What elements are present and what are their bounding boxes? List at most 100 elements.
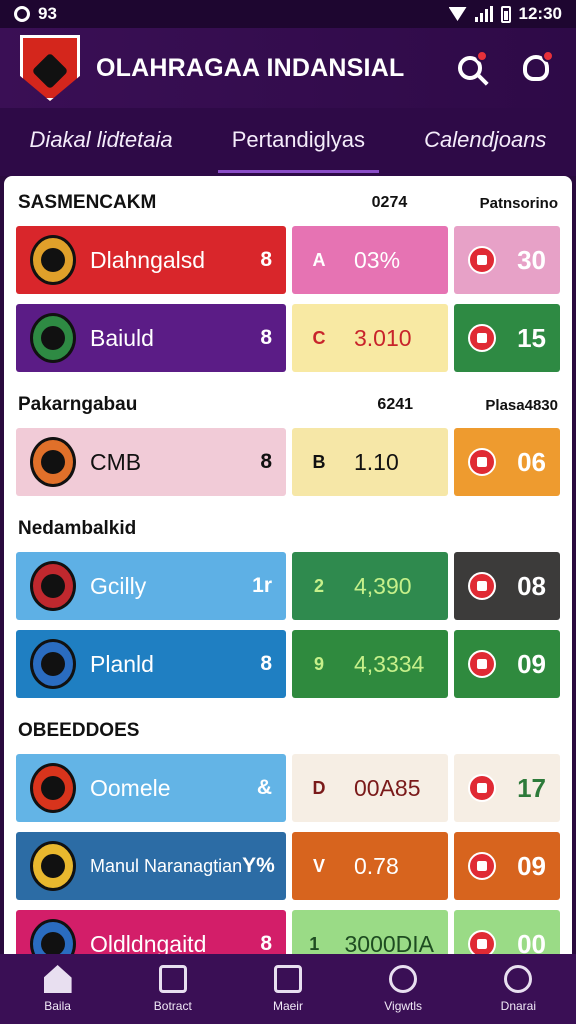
stat-badge-icon: [468, 572, 496, 600]
stat-cell[interactable]: 09: [454, 630, 560, 698]
section-title: SASMENCAKM: [18, 192, 157, 213]
nav-news[interactable]: Maeir: [243, 965, 333, 1013]
team-crest-icon: [30, 639, 76, 689]
team-cell[interactable]: CMB 8: [16, 428, 286, 496]
odds-cell[interactable]: C 3.010: [292, 304, 448, 372]
stat-badge-icon: [468, 324, 496, 352]
team-cell[interactable]: Gcilly 1r: [16, 552, 286, 620]
team-name: Oomele: [90, 774, 171, 801]
tab-matches[interactable]: Pertandiglyas: [217, 119, 380, 173]
logo-emblem-icon: [31, 52, 69, 90]
odds-cell[interactable]: 1 3000DIA: [292, 910, 448, 956]
team-cell[interactable]: Manul Naranagtian Y%: [16, 832, 286, 900]
stat-value: 17: [517, 772, 546, 803]
team-score: 8: [260, 248, 272, 271]
odds-cell[interactable]: B 1.10: [292, 428, 448, 496]
stat-cell[interactable]: 06: [454, 428, 560, 496]
odds-cell[interactable]: 2 4,390: [292, 552, 448, 620]
stat-cell[interactable]: 00: [454, 910, 560, 956]
crest-emblem-icon: [41, 932, 65, 956]
odds-cell[interactable]: D 00A85: [292, 754, 448, 822]
odds-marker-icon: 1: [309, 933, 320, 954]
news-icon: [273, 965, 302, 993]
team-cell[interactable]: Oomele &: [16, 754, 286, 822]
team-name: Dlahngalsd: [90, 246, 206, 273]
stat-value: 06: [517, 446, 546, 477]
nav-video[interactable]: Vigwtls: [358, 965, 448, 1013]
notification-badge: [542, 50, 554, 62]
section-title: Nedambalkid: [18, 518, 137, 539]
team-name: Baiuld: [90, 324, 154, 351]
team-cell[interactable]: Oldldngaitd 8: [16, 910, 286, 956]
match-row[interactable]: Oomele & D 00A85 17: [16, 754, 560, 822]
match-row[interactable]: Planld 8 9 4,3334 09: [16, 630, 560, 698]
team-cell[interactable]: Planld 8: [16, 630, 286, 698]
team-crest-icon: [30, 235, 76, 285]
odds-cell[interactable]: 9 4,3334: [292, 630, 448, 698]
notifications-button[interactable]: [516, 48, 556, 88]
stat-value: 15: [517, 322, 546, 353]
nav-home[interactable]: Baila: [13, 965, 103, 1013]
status-right: 12:30: [448, 4, 562, 24]
stat-value: 08: [517, 570, 546, 601]
stat-badge-icon: [468, 650, 496, 678]
odds-marker-icon: V: [312, 855, 325, 876]
status-time: 12:30: [518, 4, 562, 23]
nav-profile[interactable]: Dnarai: [473, 965, 563, 1013]
stat-value: 09: [517, 648, 546, 679]
team-score: 8: [260, 932, 272, 955]
team-name: Planld: [90, 650, 154, 677]
team-score: Y%: [242, 854, 275, 877]
stat-badge-icon: [468, 852, 496, 880]
stat-cell[interactable]: 15: [454, 304, 560, 372]
team-cell[interactable]: Baiuld 8: [16, 304, 286, 372]
odds-cell[interactable]: A 03%: [292, 226, 448, 294]
search-button[interactable]: [450, 48, 490, 88]
stat-badge-icon: [468, 774, 496, 802]
team-cell[interactable]: Dlahngalsd 8: [16, 226, 286, 294]
team-crest-icon: [30, 919, 76, 956]
section-right-label: Plasa4830: [485, 396, 558, 414]
odds-cell[interactable]: V 0.78: [292, 832, 448, 900]
stat-badge-icon: [468, 246, 496, 274]
tab-results[interactable]: Diakal lidtetaia: [24, 119, 179, 161]
nav-calendar[interactable]: Botract: [128, 965, 218, 1013]
match-row[interactable]: Gcilly 1r 2 4,390 08: [16, 552, 560, 620]
app-title: OLAHRAGAA INDANSIAL: [96, 53, 405, 82]
home-icon: [43, 965, 72, 993]
odds-value: 3.010: [354, 324, 412, 351]
team-score: 1r: [252, 574, 272, 597]
stat-cell[interactable]: 30: [454, 226, 560, 294]
team-score: &: [256, 776, 272, 799]
match-row[interactable]: Oldldngaitd 8 1 3000DIA 00: [16, 910, 560, 956]
team-crest-icon: [30, 313, 76, 363]
stat-value: 09: [517, 850, 546, 881]
odds-marker-icon: D: [312, 777, 326, 798]
tab-calendar[interactable]: Calendjoans: [418, 119, 552, 161]
match-row[interactable]: Baiuld 8 C 3.010 15: [16, 304, 560, 372]
nav-label: Dnarai: [500, 999, 537, 1013]
stat-cell[interactable]: 09: [454, 832, 560, 900]
odds-marker-icon: B: [312, 451, 326, 472]
team-crest-icon: [30, 561, 76, 611]
section-mid-label: 6241: [377, 396, 414, 413]
app-logo: [20, 35, 80, 101]
wifi-icon: [448, 7, 467, 21]
match-row[interactable]: Manul Naranagtian Y% V 0.78 09: [16, 832, 560, 900]
odds-value: 00A85: [354, 774, 421, 801]
stat-cell[interactable]: 17: [454, 754, 560, 822]
match-row[interactable]: Dlahngalsd 8 A 03% 30: [16, 226, 560, 294]
odds-marker-icon: 2: [313, 575, 324, 596]
bottom-nav: Baila Botract Maeir Vigwtls Dnarai: [0, 954, 576, 1024]
team-crest-icon: [30, 437, 76, 487]
notification-dot-icon: [14, 6, 30, 22]
crest-emblem-icon: [41, 574, 65, 598]
odds-value: 03%: [354, 246, 401, 273]
match-row[interactable]: CMB 8 B 1.10 06: [16, 428, 560, 496]
team-name: Gcilly: [90, 572, 147, 599]
app-header: OLAHRAGAA INDANSIAL: [0, 28, 576, 108]
team-score: 8: [260, 450, 272, 473]
stat-cell[interactable]: 08: [454, 552, 560, 620]
nav-label: Botract: [153, 999, 192, 1013]
match-list: SASMENCAKM 0274 Patnsorino Dlahngalsd 8 A 03% 3…: [4, 176, 572, 956]
